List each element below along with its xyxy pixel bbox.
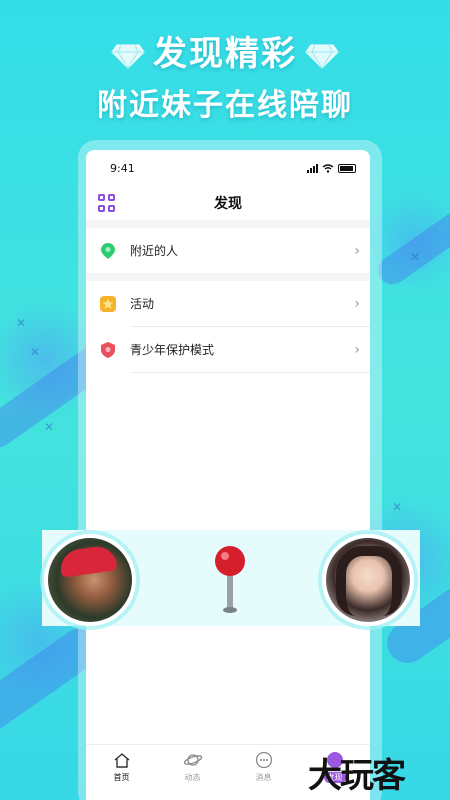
grid-menu-icon[interactable] <box>98 194 116 212</box>
star-icon <box>100 295 116 312</box>
avatar-female[interactable] <box>322 534 414 626</box>
menu-item-label: 附近的人 <box>130 244 179 258</box>
promo-headline: 发现精彩 <box>0 26 450 75</box>
tab-label: 消息 <box>255 773 272 782</box>
tab-label: 动态 <box>184 773 201 782</box>
home-icon <box>112 751 132 769</box>
sparkle-icon: ✕ <box>30 345 41 359</box>
signal-icon <box>307 163 318 173</box>
message-icon <box>254 751 274 769</box>
status-time: 9:41 <box>110 161 135 175</box>
promo-subheadline: 附近妹子在线陪聊 <box>97 88 353 123</box>
menu-item-label: 青少年保护模式 <box>130 343 215 357</box>
menu-item-teen-mode[interactable]: 青少年保护模式 › <box>86 327 370 372</box>
section-divider <box>86 273 370 281</box>
diamond-icon <box>111 44 145 69</box>
menu-item-activity[interactable]: 活动 › <box>86 281 370 326</box>
location-icon <box>100 242 116 259</box>
menu-item-label: 活动 <box>130 297 155 311</box>
sparkle-icon: ✕ <box>392 500 403 514</box>
nav-bar: 发现 <box>86 186 370 220</box>
section-divider <box>86 220 370 228</box>
sparkle-icon: ✕ <box>410 250 421 264</box>
tab-messages[interactable]: 消息 <box>228 745 299 800</box>
wifi-icon <box>322 163 334 173</box>
cap-shape <box>58 544 118 578</box>
battery-icon <box>338 163 356 173</box>
row-divider <box>130 372 370 373</box>
page-title: 发现 <box>214 196 242 212</box>
tab-label: 首页 <box>113 773 130 782</box>
planet-icon <box>183 751 203 769</box>
status-icons <box>307 163 356 173</box>
tab-home[interactable]: 首页 <box>86 745 157 800</box>
sparkle-icon: ✕ <box>16 316 27 330</box>
shield-icon <box>100 341 116 358</box>
map-pin-icon <box>215 546 245 613</box>
chevron-right-icon: › <box>354 341 360 358</box>
chevron-right-icon: › <box>354 295 360 312</box>
sparkle-icon: ✕ <box>44 420 55 434</box>
hair-shape <box>336 546 402 616</box>
avatar-male[interactable] <box>44 534 136 626</box>
phone-screen: 9:41 发现 附近的人 › 活动 › 青少年保护模式 › <box>86 150 370 800</box>
diamond-icon <box>305 44 339 69</box>
status-bar: 9:41 <box>86 150 370 186</box>
menu-item-nearby[interactable]: 附近的人 › <box>86 228 370 273</box>
watermark-logo: 大玩客 <box>308 756 406 796</box>
chevron-right-icon: › <box>354 242 360 259</box>
tab-feed[interactable]: 动态 <box>157 745 228 800</box>
